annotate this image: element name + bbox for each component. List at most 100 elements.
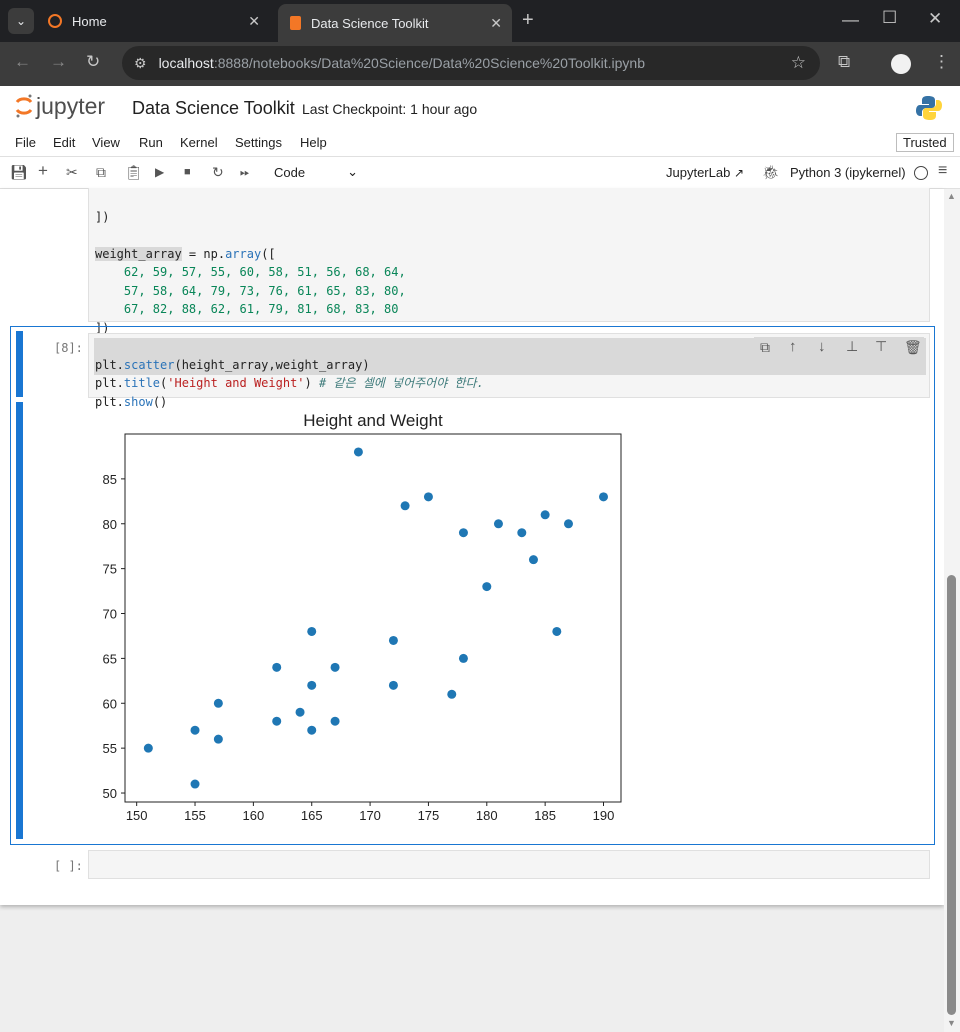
- restart-icon[interactable]: ↻: [212, 164, 224, 181]
- add-cell-icon[interactable]: +: [38, 161, 48, 181]
- move-up-icon[interactable]: ↑: [789, 338, 797, 355]
- menu-kernel[interactable]: Kernel: [180, 135, 218, 150]
- reload-icon[interactable]: ↻: [86, 52, 100, 72]
- scatter-point: [447, 689, 457, 699]
- menu-edit[interactable]: Edit: [53, 135, 75, 150]
- stop-icon[interactable]: ■: [184, 166, 191, 178]
- profile-avatar[interactable]: [891, 54, 911, 74]
- chart-title: Height and Weight: [303, 411, 443, 430]
- cut-icon[interactable]: ✂: [66, 164, 78, 181]
- tab-active[interactable]: Data Science Toolkit ✕: [278, 4, 512, 42]
- scatter-point: [400, 501, 410, 511]
- forward-icon[interactable]: →: [50, 52, 67, 72]
- close-icon[interactable]: ✕: [248, 13, 260, 30]
- cell-type-value: Code: [274, 165, 306, 180]
- scatter-point: [528, 555, 538, 565]
- trusted-badge[interactable]: Trusted: [896, 133, 954, 152]
- cell-collapser[interactable]: [16, 331, 23, 397]
- scatter-point: [307, 725, 317, 735]
- output-collapser[interactable]: [16, 402, 23, 839]
- window-close-icon[interactable]: ✕: [928, 9, 942, 29]
- extensions-icon[interactable]: ⧉: [838, 52, 850, 72]
- tab-search-button[interactable]: ⌄: [8, 8, 34, 34]
- x-tick-label: 190: [593, 808, 615, 823]
- menu-run[interactable]: Run: [139, 135, 163, 150]
- insert-above-icon[interactable]: ⊥: [846, 338, 858, 355]
- scatter-point: [517, 528, 527, 538]
- paste-icon[interactable]: 📋︎: [125, 164, 143, 181]
- y-axis: 50 55 60 65 70 75 80 85: [103, 472, 125, 801]
- code-cell-editor[interactable]: ]) weight_array = np.array([ 62, 59, 57,…: [88, 188, 930, 335]
- code-comment: # 같은 셀에 넣어주어야 한다.: [319, 376, 484, 390]
- cell-prompt: [ ]:: [54, 859, 83, 873]
- maximize-icon[interactable]: ☐: [882, 8, 897, 28]
- tab-home[interactable]: Home ✕: [40, 6, 270, 36]
- duplicate-cell-icon[interactable]: ⧉: [760, 339, 770, 356]
- scroll-down-icon[interactable]: ▼: [947, 1018, 956, 1028]
- scatter-point: [493, 519, 503, 529]
- kernel-name[interactable]: Python 3 (ipykernel): [790, 165, 906, 180]
- scatter-point: [552, 626, 562, 636]
- code-line: 57, 58, 64, 79, 73, 76, 61, 65, 83, 80,: [123, 283, 406, 298]
- browser-titlebar: ⌄ Home ✕ Data Science Toolkit ✕ + — ☐ ✕: [0, 0, 960, 42]
- y-tick-label: 65: [103, 651, 117, 666]
- cell-type-select[interactable]: Code ⌄: [274, 164, 358, 180]
- new-tab-icon[interactable]: +: [522, 9, 534, 32]
- close-icon[interactable]: ✕: [490, 15, 502, 32]
- address-bar: ← → ↻ ⚙ localhost:8888/notebooks/Data%20…: [0, 42, 960, 86]
- y-tick-label: 55: [103, 741, 117, 756]
- delete-cell-icon[interactable]: 🗑︎: [904, 339, 922, 356]
- scrollbar[interactable]: ▲ ▼: [944, 189, 960, 1032]
- checkpoint-status: Last Checkpoint: 1 hour ago: [302, 101, 478, 117]
- scatter-point: [213, 698, 223, 708]
- notebook-title[interactable]: Data Science Toolkit: [132, 98, 295, 119]
- run-icon[interactable]: ▶: [155, 165, 164, 179]
- insert-below-icon[interactable]: ⊤: [875, 338, 887, 355]
- jupyter-logo[interactable]: jupyter: [14, 92, 105, 120]
- chevron-down-icon: ⌄: [15, 14, 27, 28]
- move-down-icon[interactable]: ↓: [818, 338, 826, 355]
- x-tick-label: 160: [243, 808, 265, 823]
- code-string: 'Height and Weight': [167, 376, 305, 390]
- fast-forward-icon[interactable]: ⏩︎: [240, 165, 250, 180]
- empty-code-cell[interactable]: [88, 850, 930, 879]
- scatter-point: [540, 510, 550, 520]
- scatter-point: [272, 716, 282, 726]
- jupyterlab-link[interactable]: JupyterLab ↗: [666, 165, 744, 180]
- minimize-icon[interactable]: —: [842, 10, 859, 30]
- scatter-point: [272, 662, 282, 672]
- site-info-icon[interactable]: ⚙: [134, 55, 147, 72]
- save-icon[interactable]: 💾︎: [10, 164, 28, 181]
- scatter-point: [458, 528, 468, 538]
- jupyterlab-label: JupyterLab: [666, 165, 731, 180]
- menu-help[interactable]: Help: [300, 135, 327, 150]
- scatter-point: [458, 653, 468, 663]
- back-icon[interactable]: ←: [14, 52, 31, 72]
- code-function: title: [123, 376, 161, 390]
- menu-view[interactable]: View: [92, 135, 120, 150]
- bookmark-star-icon[interactable]: ☆: [791, 53, 806, 73]
- scatter-point: [190, 779, 200, 789]
- menu-icon[interactable]: ≡: [938, 162, 947, 180]
- code-text: plt.: [95, 376, 124, 390]
- y-tick-label: 85: [103, 472, 117, 487]
- scatter-point: [213, 734, 223, 744]
- scrollbar-thumb[interactable]: [947, 575, 956, 1015]
- url-input[interactable]: ⚙ localhost:8888/notebooks/Data%20Scienc…: [122, 46, 820, 80]
- jupyter-logo-icon: [15, 94, 33, 118]
- menu-settings[interactable]: Settings: [235, 135, 282, 150]
- copy-icon[interactable]: ⧉: [96, 164, 106, 181]
- y-tick-label: 50: [103, 786, 117, 801]
- scatter-point: [307, 626, 317, 636]
- url-host: localhost: [158, 55, 214, 71]
- menu-file[interactable]: File: [15, 135, 36, 150]
- more-menu-icon[interactable]: ⋮: [933, 52, 950, 72]
- scroll-up-icon[interactable]: ▲: [947, 191, 956, 201]
- code-line: 62, 59, 57, 55, 60, 58, 51, 56, 68, 64,: [123, 265, 406, 279]
- scatter-point: [353, 447, 363, 457]
- x-tick-label: 165: [301, 808, 323, 823]
- notebook-favicon-icon: [290, 16, 301, 30]
- debugger-bug-icon[interactable]: 🐞︎: [762, 164, 780, 181]
- scatter-point: [423, 492, 433, 502]
- scatter-point: [143, 743, 153, 753]
